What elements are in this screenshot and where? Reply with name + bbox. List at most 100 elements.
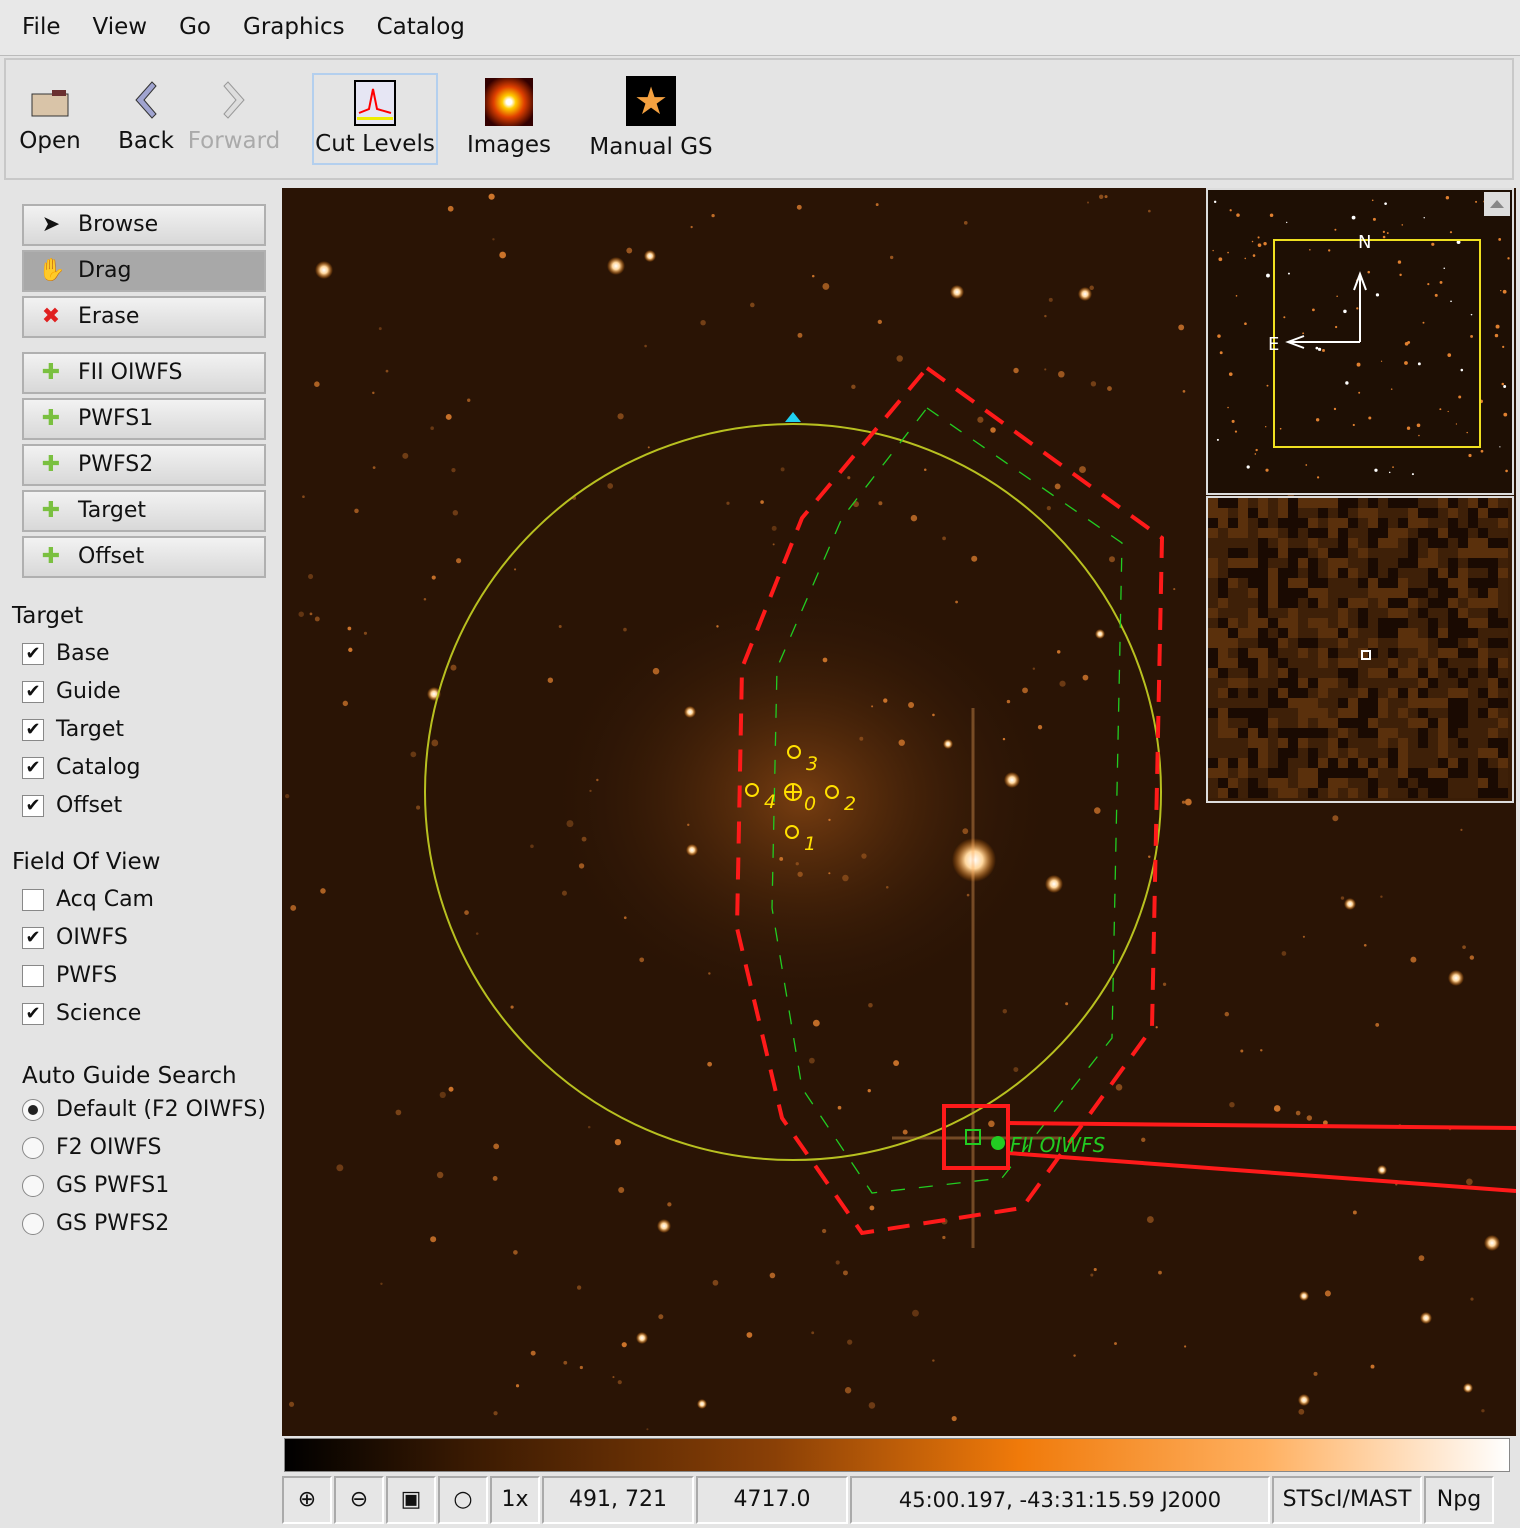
manual-guide-star-icon: ★ [626,76,676,126]
radio-icon[interactable] [22,1213,44,1235]
open-button[interactable]: Open [18,82,82,156]
radio-icon[interactable] [22,1175,44,1197]
magnified-pixel [1208,748,1218,758]
star [1418,434,1420,437]
star [430,1236,437,1243]
menu-view[interactable]: View [93,14,148,42]
menu-go[interactable]: Go [179,14,211,42]
radio-f2-oiwfs[interactable]: F2 OIWFS [22,1134,161,1162]
pwfs1-tool[interactable]: ✚ PWFS1 [22,398,266,440]
checkbox-guide[interactable]: ✔ Guide [22,678,121,706]
magnified-pixel [1428,538,1438,548]
target-tool[interactable]: ✚ Target [22,490,266,532]
star [475,932,479,935]
checkbox-icon[interactable]: ✔ [22,927,44,949]
checkbox-acq-cam[interactable]: Acq Cam [22,886,154,914]
checkbox-icon[interactable]: ✔ [22,681,44,703]
star [1352,423,1355,427]
magnified-pixel [1298,698,1308,708]
magnified-pixel [1468,608,1478,618]
magnified-pixel [1458,738,1468,748]
images-button[interactable]: Images [466,78,552,160]
checkbox-icon[interactable]: ✔ [22,757,44,779]
checkbox-base[interactable]: ✔ Base [22,640,110,668]
star [1146,1216,1154,1224]
zoom-fit-button[interactable]: ▣ [386,1476,436,1524]
star [808,1057,815,1064]
menu-file[interactable]: File [22,14,61,42]
drag-tool[interactable]: ✋ Drag [22,250,266,292]
magnified-pixel [1248,508,1258,518]
offset-tool[interactable]: ✚ Offset [22,536,266,578]
magnified-pixel [1408,588,1418,598]
back-button[interactable]: Back [114,78,178,156]
magnified-pixel [1308,598,1318,608]
magnified-pixel [1438,708,1448,718]
checkbox-icon[interactable]: ✔ [22,719,44,741]
magnified-pixel [1458,628,1468,638]
menu-graphics[interactable]: Graphics [243,14,345,42]
star [1273,1105,1281,1112]
magnified-pixel [1468,758,1478,768]
zoom-out-button[interactable]: ⊖ [334,1476,384,1524]
checkbox-icon[interactable]: ✔ [22,643,44,665]
magnified-pixel [1338,658,1348,668]
magnified-pixel [1288,758,1298,768]
pa-marker[interactable] [785,412,801,422]
magnified-pixel [1478,758,1488,768]
forward-button[interactable]: Forward [186,78,282,156]
star [844,1387,852,1394]
radio-gs-pwfs2[interactable]: GS PWFS2 [22,1210,169,1238]
star [977,416,984,423]
checkbox-catalog[interactable]: ✔ Catalog [22,754,141,782]
magnified-pixel [1498,768,1508,778]
magnified-pixel [1378,668,1388,678]
star [1475,200,1478,203]
magnified-pixel [1458,548,1468,558]
magnified-pixel [1458,598,1468,608]
radio-icon[interactable] [22,1099,44,1121]
magnified-pixel [1418,578,1428,588]
magnified-pixel [1418,618,1428,628]
magnified-pixel [1458,568,1468,578]
magnified-pixel [1228,748,1238,758]
target-section-title: Target [12,603,84,629]
star [812,1019,820,1027]
checkbox-target[interactable]: ✔ Target [22,716,124,744]
checkbox-icon[interactable]: ✔ [22,1003,44,1025]
fii-oiwfs-tool[interactable]: ✚ FII OIWFS [22,352,266,394]
zoom-actual-button[interactable]: ○ [438,1476,488,1524]
viewport-box[interactable] [1273,239,1481,448]
magnified-pixel [1298,508,1308,518]
colorbar[interactable] [284,1438,1510,1472]
browse-tool[interactable]: ➤ Browse [22,204,266,246]
magnified-pixel [1348,708,1358,718]
radio-icon[interactable] [22,1137,44,1159]
guide-star-marker[interactable] [991,1136,1005,1150]
radio-default-f2-oiwfs-[interactable]: Default (F2 OIWFS) [22,1096,266,1124]
checkbox-science[interactable]: ✔ Science [22,1000,141,1028]
zoom-in-button[interactable]: ⊕ [282,1476,332,1524]
checkbox-pwfs[interactable]: PWFS [22,962,117,990]
manual-gs-button[interactable]: ★ Manual GS [584,76,718,162]
radio-gs-pwfs1[interactable]: GS PWFS1 [22,1172,169,1200]
checkbox-icon[interactable] [22,965,44,987]
pixel-coords: 491, 721 [542,1476,694,1524]
magnified-pixel [1398,548,1408,558]
magnified-pixel [1318,578,1328,588]
pwfs2-tool[interactable]: ✚ PWFS2 [22,444,266,486]
star [769,1272,776,1279]
pan-thumbnail[interactable]: N E [1206,188,1514,495]
checkbox-offset[interactable]: ✔ Offset [22,792,122,820]
magnified-pixel [1458,768,1468,778]
erase-tool[interactable]: ✖ Erase [22,296,266,338]
checkbox-icon[interactable] [22,889,44,911]
magnified-pixel [1248,638,1258,648]
magnified-pixel [1378,638,1388,648]
checkbox-icon[interactable]: ✔ [22,795,44,817]
checkbox-oiwfs[interactable]: ✔ OIWFS [22,924,128,952]
magnified-pixel [1218,588,1228,598]
star [315,261,333,279]
cut-levels-button[interactable]: Cut Levels [312,73,438,165]
menu-catalog[interactable]: Catalog [377,14,465,42]
